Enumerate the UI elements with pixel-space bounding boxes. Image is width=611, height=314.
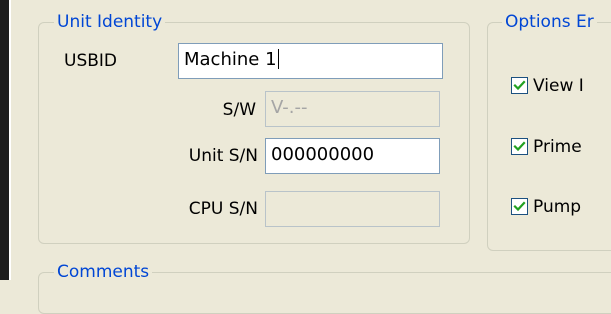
comments-title: Comments <box>54 262 153 282</box>
text-caret <box>277 49 279 69</box>
check-mark-icon <box>513 80 526 91</box>
option-view-label: View I <box>533 76 584 96</box>
sw-label: S/W <box>222 100 256 120</box>
cpu-sn-label: CPU S/N <box>188 199 258 219</box>
check-mark-icon <box>513 141 526 152</box>
check-mark-icon <box>513 201 526 212</box>
unit-sn-input[interactable]: 000000000 <box>265 138 440 174</box>
usbid-input[interactable]: Machine 1 <box>178 43 443 79</box>
usbid-label: USBID <box>64 51 118 71</box>
unit-sn-label: Unit S/N <box>188 146 258 166</box>
options-title: Options Er <box>502 12 597 32</box>
checkbox-box <box>511 77 528 94</box>
cpu-sn-field <box>265 191 440 227</box>
usbid-value: Machine 1 <box>184 49 277 70</box>
sw-field: V-.-- <box>265 91 440 127</box>
option-pump-label: Pump <box>533 197 582 217</box>
sw-value: V-.-- <box>271 97 308 118</box>
window-left-edge <box>0 0 9 280</box>
option-prime-label: Prime <box>533 137 582 157</box>
checkbox-box <box>511 198 528 215</box>
checkbox-box <box>511 138 528 155</box>
unit-sn-value: 000000000 <box>271 144 375 165</box>
window-left-edge-highlight <box>9 0 11 280</box>
unit-identity-title: Unit Identity <box>54 12 166 32</box>
